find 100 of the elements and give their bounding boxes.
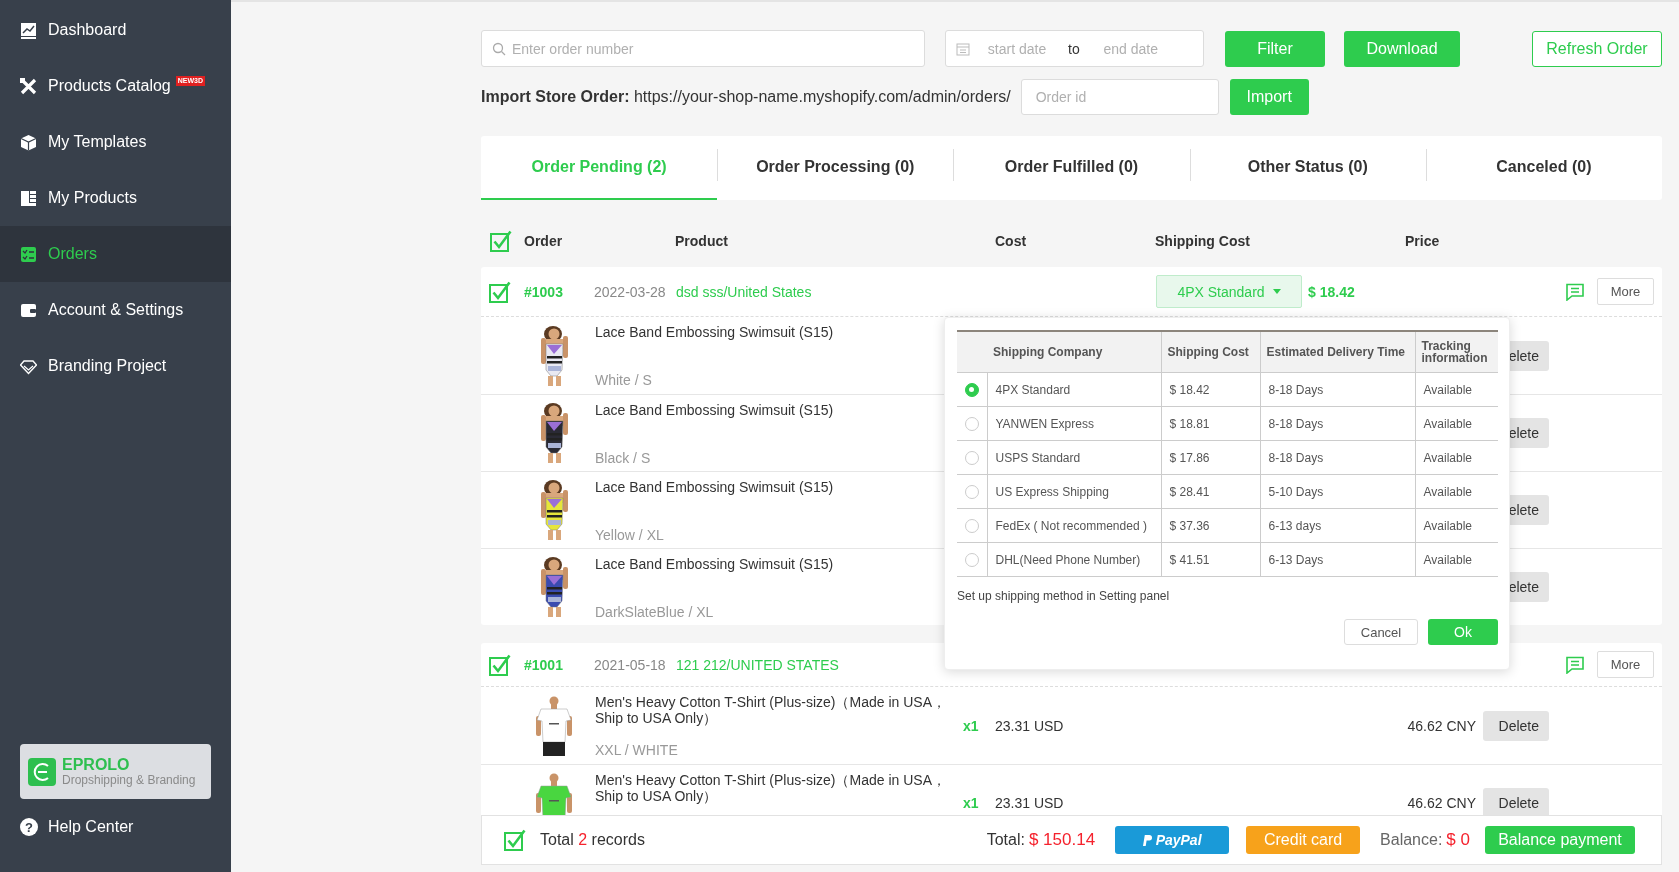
calendar-icon xyxy=(956,41,970,56)
table-cell: 8-18 Days xyxy=(1268,416,1324,431)
cube-icon xyxy=(20,133,37,151)
product-variant: XXL / WHITE xyxy=(595,742,679,758)
search-icon xyxy=(492,42,506,56)
table-cell: $ 41.51 xyxy=(1169,552,1210,567)
checkbox[interactable] xyxy=(504,829,526,851)
chat-icon[interactable] xyxy=(1565,282,1585,301)
table-cell: FedEx ( Not recommended ) xyxy=(995,518,1147,533)
order-date: 2021-05-18 xyxy=(594,656,667,673)
balance-label: Balance: xyxy=(1380,831,1443,849)
column-header: Cost xyxy=(995,233,1028,249)
balance-amount: $ 0 xyxy=(1446,830,1470,850)
paypal-logo-icon xyxy=(1142,834,1152,846)
delete-button[interactable]: Delete xyxy=(1483,710,1549,741)
end-date-input[interactable]: end date xyxy=(1083,39,1178,58)
sidebar-item[interactable]: My Templates xyxy=(0,114,231,170)
sidebar-item[interactable]: Account & Settings xyxy=(0,282,231,338)
product-name: Lace Band Embossing Swimsuit (S15) xyxy=(595,324,835,340)
status-tab[interactable]: Order Fulfilled (0) xyxy=(953,136,1190,200)
table-cell: $ 17.86 xyxy=(1169,450,1210,465)
table-cell: 6-13 Days xyxy=(1268,552,1324,567)
status-tab[interactable]: Order Processing (0) xyxy=(717,136,954,200)
checkbox[interactable] xyxy=(489,280,511,303)
table-cell: DHL(Need Phone Number) xyxy=(995,552,1141,567)
column-header: Price xyxy=(1405,233,1441,249)
table-cell: Available xyxy=(1423,518,1472,533)
delete-button[interactable]: Delete xyxy=(1483,788,1549,815)
setup-note: Set up shipping method in Setting panel xyxy=(957,589,1171,603)
product-name: Lace Band Embossing Swimsuit (S15) xyxy=(595,555,835,572)
customer-address: dsd sss/United States xyxy=(676,283,813,300)
sidebar-item[interactable]: Dashboard xyxy=(0,2,231,58)
chat-icon[interactable] xyxy=(1565,655,1585,674)
status-tab[interactable]: Canceled (0) xyxy=(1425,136,1662,200)
brand-tagline: Dropshipping & Branding xyxy=(62,773,196,787)
product-price: 46.62 CNY xyxy=(1407,795,1476,811)
sidebar-item[interactable]: Orders xyxy=(0,226,231,282)
product-name: Lace Band Embossing Swimsuit (S15) xyxy=(595,478,835,495)
date-range-picker[interactable]: start date to end date xyxy=(945,30,1204,67)
chart-icon xyxy=(20,21,37,39)
table-cell: $ 28.41 xyxy=(1169,484,1210,499)
shipping-price: $ 18.42 xyxy=(1308,283,1355,300)
date-separator: to xyxy=(1068,40,1080,57)
table-cell: Available xyxy=(1423,484,1472,499)
column-header: Estimated Delivery Time xyxy=(1266,345,1405,359)
table-cell: $ 37.36 xyxy=(1169,518,1210,533)
product-variant: Yellow / XL xyxy=(595,526,665,543)
product-name: Lace Band Embossing Swimsuit (S15) xyxy=(595,401,835,418)
radio-button[interactable] xyxy=(964,382,979,397)
diamond-icon xyxy=(20,357,37,375)
product-name: Men's Heavy Cotton T-Shirt (Plus-size)（Made in USA，Ship to USA Only） xyxy=(595,694,947,726)
table-cell: Available xyxy=(1423,416,1472,431)
cancel-button[interactable]: Cancel xyxy=(1344,619,1418,645)
help-icon: ? xyxy=(20,818,38,836)
table-cell: Available xyxy=(1423,552,1472,567)
status-tab[interactable]: Other Status (0) xyxy=(1189,136,1426,200)
table-cell: YANWEN Express xyxy=(995,416,1094,431)
table-cell: Available xyxy=(1423,382,1472,397)
more-button[interactable]: More xyxy=(1597,651,1654,678)
caret-icon xyxy=(1272,289,1281,294)
product-cost: 23.31 USD xyxy=(995,795,1064,811)
table-cell: US Express Shipping xyxy=(995,484,1109,499)
sidebar-item[interactable]: Branding Project xyxy=(0,338,231,394)
wallet-icon xyxy=(20,301,37,319)
brand-name: EPROLO xyxy=(62,756,131,773)
logo-icon xyxy=(28,757,56,786)
product-variant: Black / S xyxy=(595,449,652,466)
product-cost: 23.31 USD xyxy=(995,717,1064,734)
checkbox[interactable] xyxy=(490,230,512,252)
import-store-order-text: Import Store Order: https://your-shop-name.myshopify.com/admin/orders/ xyxy=(481,88,1011,106)
table-cell: USPS Standard xyxy=(995,450,1081,465)
total-label: Total: xyxy=(986,831,1025,849)
product-variant: DarkSlateBlue / XL xyxy=(595,603,715,620)
product-variant: White / S xyxy=(595,372,653,388)
order-date: 2022-03-28 xyxy=(594,283,667,300)
table-cell: 6-13 days xyxy=(1268,518,1322,533)
table-cell: 8-18 Days xyxy=(1268,450,1324,465)
quantity: x1 xyxy=(963,717,980,734)
start-date-input[interactable]: start date xyxy=(970,39,1064,58)
table-cell: 8-18 Days xyxy=(1268,382,1324,397)
column-header: Shipping Company xyxy=(993,345,1103,359)
more-button[interactable]: More xyxy=(1597,278,1654,305)
table-cell: $ 18.81 xyxy=(1169,416,1210,431)
customer-address: 121 212/UNITED STATES xyxy=(676,656,840,673)
column-header: Product xyxy=(675,233,729,249)
grid-icon xyxy=(20,189,37,207)
column-header: Shipping Cost xyxy=(1155,233,1251,249)
table-cell: 5-10 Days xyxy=(1268,484,1324,499)
checklist-icon xyxy=(20,245,37,263)
order-id-field[interactable]: Order id xyxy=(1020,79,1219,115)
search-field[interactable]: Enter order number xyxy=(481,30,925,67)
sidebar-item[interactable]: My Products xyxy=(0,170,231,226)
quantity: x1 xyxy=(963,795,980,811)
column-header: Order xyxy=(524,233,564,249)
table-cell: 4PX Standard xyxy=(995,382,1071,397)
help-link[interactable]: ? Help Center xyxy=(0,807,231,847)
records-count: Total 2 records xyxy=(540,831,645,849)
table-cell: $ 18.42 xyxy=(1169,382,1210,397)
column-header: Shipping Cost xyxy=(1167,345,1249,359)
checkbox[interactable] xyxy=(489,653,511,676)
